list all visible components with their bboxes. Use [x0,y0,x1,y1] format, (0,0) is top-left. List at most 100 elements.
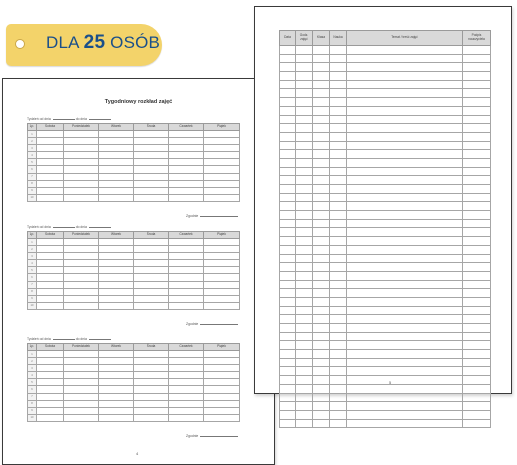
schedule-cell [63,172,99,181]
log-cell [279,270,296,281]
schedule-cell [36,413,64,422]
log-cell [462,53,491,64]
schedule-cell [203,371,240,380]
log-cell [346,331,463,342]
log-cell [346,401,463,411]
table-row [279,392,491,403]
log-cell [346,140,463,151]
table-row: 10 [27,193,240,202]
column-header: Lp. [27,343,37,351]
hour-number: 7 [27,280,37,289]
log-cell [462,279,491,290]
schedule-cell [168,413,204,422]
log-cell [346,323,463,333]
log-cell [346,262,463,272]
tag-suffix: OSÓB [110,33,161,52]
log-cell [312,392,330,403]
schedule-cell [133,237,169,247]
log-cell [295,210,313,220]
schedule-cell [36,399,64,408]
signature-label: Zgodnie [186,214,199,218]
schedule-cell [203,165,240,174]
log-cell [312,97,330,107]
schedule-cell [168,129,204,139]
column-header: Lp. [27,231,37,239]
log-cell [295,253,313,264]
tag-hole-icon [15,39,25,49]
schedule-cell [63,266,99,275]
table-row: 6 [27,385,240,394]
table-row [279,105,491,116]
schedule-cell [36,252,64,261]
schedule-cell [168,259,204,268]
log-cell [462,253,491,264]
log-cell [329,218,347,229]
tag-label: DLA 25 OSÓB [46,32,160,54]
column-header: Czwartek [168,343,204,351]
weekly-schedule-table: Lp. Sobota Poniedziałek Wtorek Środa Czwartek… [27,231,240,310]
log-cell [346,131,463,142]
schedule-cell [63,158,99,167]
log-cell [295,45,313,55]
schedule-cell [168,273,204,282]
log-cell [329,262,347,272]
log-cell [462,270,491,281]
log-cell [462,392,491,403]
hour-number: 2 [27,137,37,146]
table-row [279,184,491,194]
log-cell [329,175,347,185]
log-cell [462,375,491,385]
log-cell [462,79,491,90]
hour-number: 9 [27,186,37,195]
schedule-cell [63,357,99,366]
log-cell [329,184,347,194]
schedule-cell [36,172,64,181]
log-cell [279,296,296,307]
schedule-cell [98,385,134,394]
schedule-cell [203,364,240,373]
log-cell [295,262,313,272]
schedule-cell [168,137,204,146]
schedule-cell [98,129,134,139]
log-cell [329,210,347,220]
schedule-cell [168,287,204,296]
schedule-cell [63,252,99,261]
log-cell [295,401,313,411]
log-cell [329,323,347,333]
schedule-cell [203,186,240,195]
table-row [279,349,491,359]
schedule-cell [133,165,169,174]
schedule-cell [63,392,99,401]
hour-number: 5 [27,378,37,387]
schedule-cell [203,406,240,415]
hour-number: 4 [27,259,37,268]
schedule-cell [168,385,204,394]
column-header: Czwartek [168,231,204,239]
hour-number: 3 [27,252,37,261]
log-cell [346,270,463,281]
log-cell [462,366,491,377]
log-cell [295,279,313,290]
week-from-label: Tydzień od dnia [27,337,51,341]
table-row [279,114,491,125]
log-cell [295,201,313,212]
table-row: 1 [27,129,240,139]
table-row [279,305,491,316]
schedule-cell [98,378,134,387]
table-row: 3 [27,144,240,153]
log-cell [346,79,463,90]
schedule-cell [63,378,99,387]
log-cell [312,296,330,307]
schedule-cell [63,287,99,296]
log-cell [312,62,330,73]
hour-number: 1 [27,349,37,359]
schedule-cell [98,158,134,167]
weekly-schedule-table: Lp. Sobota Poniedziałek Wtorek Środa Czwartek… [27,123,240,202]
log-cell [312,253,330,264]
lesson-log-table: Data Godz. zajęć Klasa Nauka Temat / treść z… [279,30,491,429]
schedule-cell [203,399,240,408]
schedule-cell [168,186,204,195]
log-cell [462,97,491,107]
log-cell [295,357,313,368]
log-cell [462,305,491,316]
